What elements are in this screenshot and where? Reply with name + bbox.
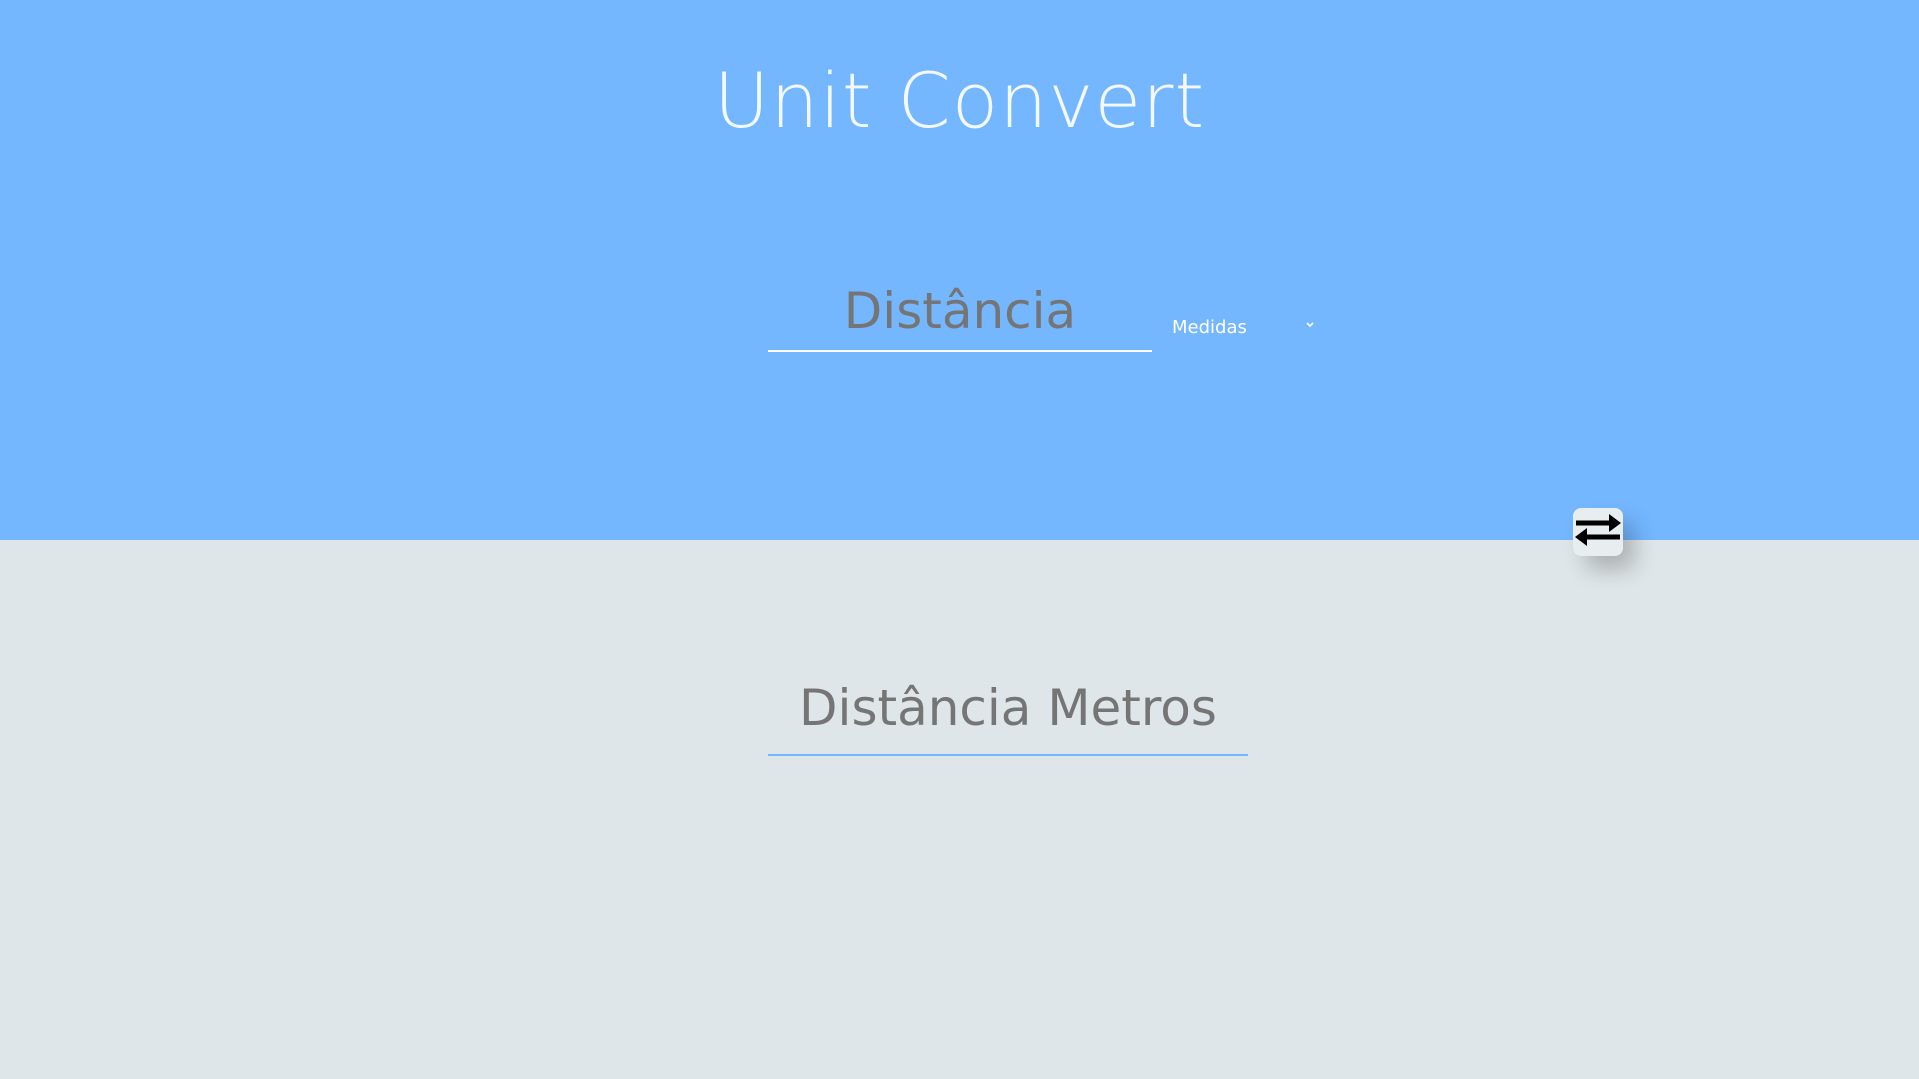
page-title: Unit Convert: [713, 56, 1206, 145]
distance-input[interactable]: [768, 272, 1152, 352]
distance-output-wrapper: [768, 662, 1248, 758]
output-panel: [0, 540, 1919, 1079]
swap-button[interactable]: [1573, 508, 1623, 556]
swap-arrows-icon: [1573, 508, 1623, 556]
distance-output[interactable]: [768, 662, 1248, 756]
unit-select-value: Medidas: [1172, 317, 1247, 338]
unit-select[interactable]: Medidas: [1172, 313, 1320, 343]
distance-input-wrapper: [768, 272, 1152, 356]
chevron-down-icon: [1300, 315, 1320, 335]
input-panel: Unit Convert Medidas: [0, 0, 1919, 540]
